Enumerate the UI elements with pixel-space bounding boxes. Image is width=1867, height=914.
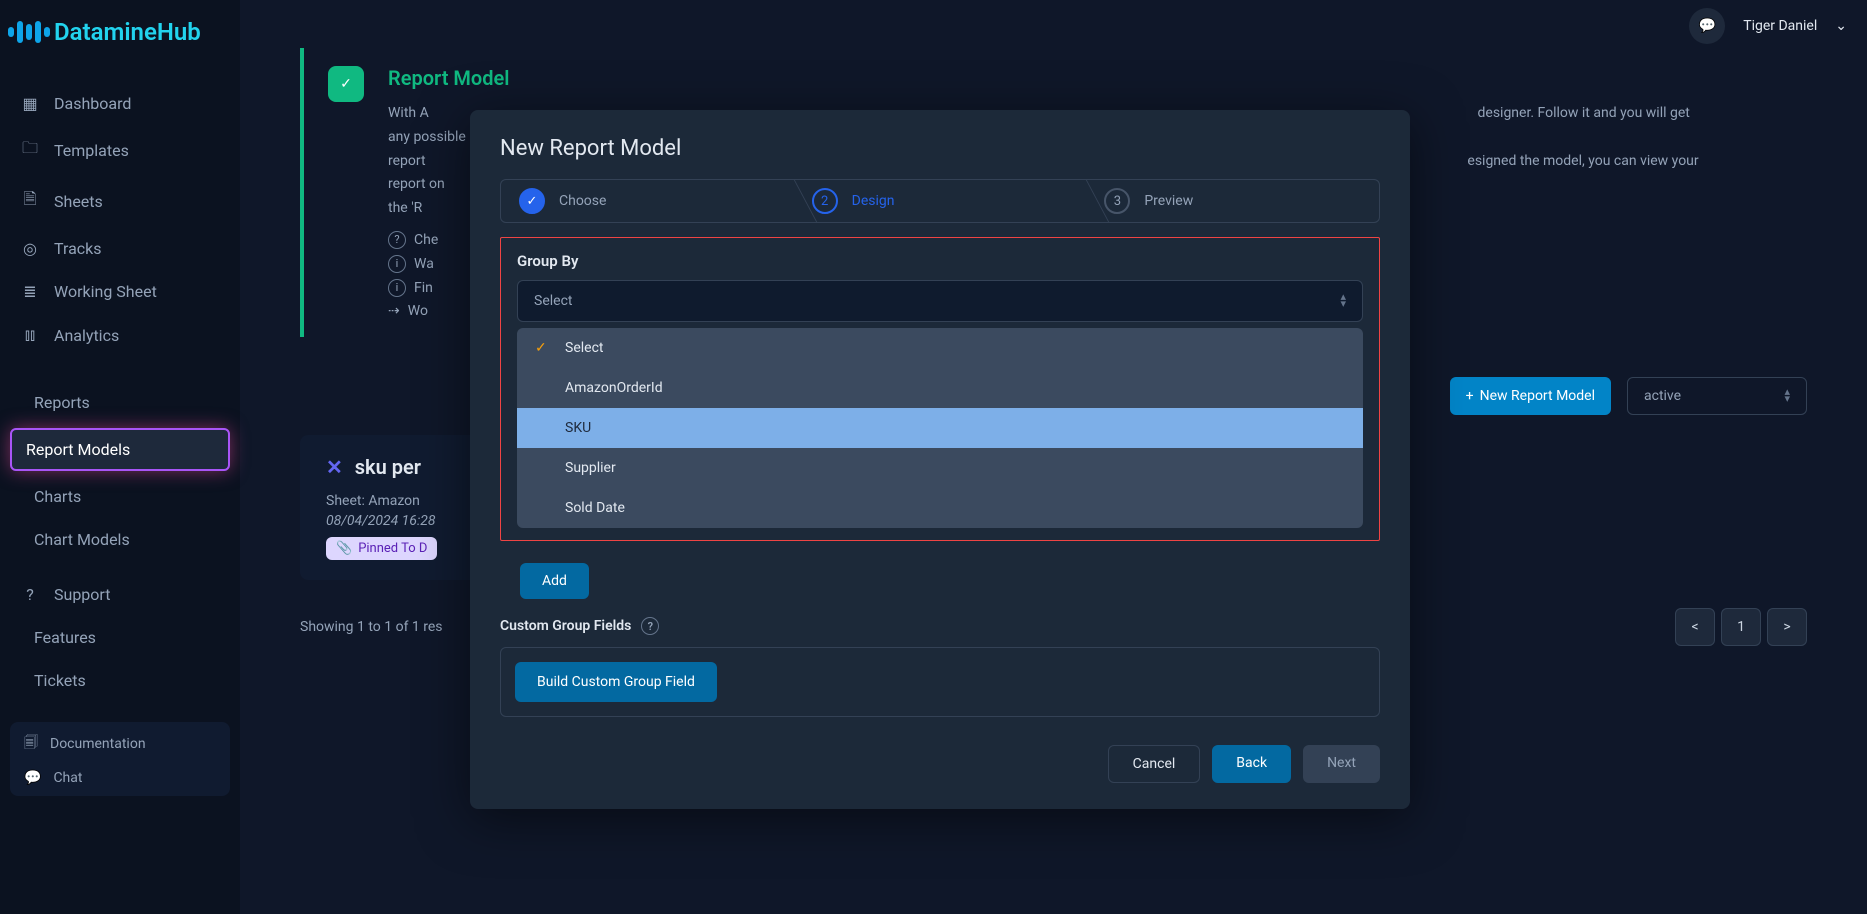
- pager: < 1 >: [1675, 608, 1807, 646]
- logo-bars-icon: [8, 21, 50, 43]
- status-filter-select[interactable]: active ▴▾: [1627, 377, 1807, 415]
- nav-reports[interactable]: Reports: [0, 381, 240, 424]
- nav-dashboard[interactable]: ▦Dashboard: [0, 82, 240, 125]
- option-sku[interactable]: SKU: [517, 408, 1363, 448]
- chat-link[interactable]: 💬Chat: [24, 770, 216, 786]
- check-icon: ?: [388, 231, 406, 249]
- option-amazonorderid[interactable]: AmazonOrderId: [517, 368, 1363, 408]
- step-preview[interactable]: 3 Preview: [1086, 180, 1379, 222]
- pager-prev[interactable]: <: [1675, 608, 1715, 646]
- nav-analytics[interactable]: ⫾⫾Analytics: [0, 313, 240, 357]
- file-icon: 🗎: [20, 188, 40, 215]
- option-supplier[interactable]: Supplier: [517, 448, 1363, 488]
- group-by-section: Group By Select ▴▾ ✓ Select AmazonOrderI…: [500, 237, 1380, 541]
- plus-icon: +: [1466, 388, 1474, 404]
- brand-name: DatamineHub: [54, 18, 201, 46]
- grid-icon: ▦: [20, 94, 40, 113]
- new-report-modal: New Report Model ✓ Choose 2 Design 3 Pre…: [470, 110, 1410, 809]
- nav-charts[interactable]: Charts: [0, 475, 240, 518]
- updown-icon: ▴▾: [1340, 294, 1346, 307]
- nav-templates[interactable]: 🗀Templates: [0, 125, 240, 176]
- next-button[interactable]: Next: [1303, 745, 1380, 783]
- modal-title: New Report Model: [500, 136, 1380, 161]
- group-by-select[interactable]: Select ▴▾: [517, 280, 1363, 322]
- list-icon: ≣: [20, 282, 40, 301]
- chart-icon: ⫾⫾: [20, 325, 40, 345]
- stepper: ✓ Choose 2 Design 3 Preview: [500, 179, 1380, 223]
- step-design[interactable]: 2 Design: [794, 180, 1087, 222]
- info-icon: i: [388, 255, 406, 273]
- brand-logo: DatamineHub: [0, 18, 240, 70]
- support-box: 🗐Documentation 💬Chat: [10, 722, 230, 796]
- check-badge-icon: ✓: [328, 66, 364, 102]
- nav-analytics-sub: Reports Report Models Charts Chart Model…: [0, 369, 240, 573]
- help-icon: ?: [20, 585, 40, 604]
- info-icon: i: [388, 279, 406, 297]
- step-number: 3: [1104, 188, 1130, 214]
- cancel-button[interactable]: Cancel: [1108, 745, 1201, 783]
- add-button[interactable]: Add: [520, 563, 589, 599]
- pinned-badge: 📎 Pinned To D: [326, 537, 437, 560]
- target-icon: ◎: [20, 239, 40, 258]
- nav-primary: ▦Dashboard 🗀Templates 🗎Sheets ◎Tracks ≣W…: [0, 70, 240, 369]
- nav-tickets[interactable]: Tickets: [0, 659, 240, 702]
- build-custom-group-button[interactable]: Build Custom Group Field: [515, 662, 717, 702]
- doc-icon: 🗐: [24, 732, 38, 756]
- updown-icon: ▴▾: [1784, 389, 1790, 402]
- step-number: 2: [812, 188, 838, 214]
- info-title: Report Model: [388, 66, 1708, 90]
- nav-report-models[interactable]: Report Models: [10, 428, 230, 471]
- custom-group-box: Build Custom Group Field: [500, 647, 1380, 717]
- new-report-model-button[interactable]: + New Report Model: [1450, 377, 1611, 415]
- nav-features[interactable]: Features: [0, 616, 240, 659]
- nav-sheets[interactable]: 🗎Sheets: [0, 176, 240, 227]
- pager-current[interactable]: 1: [1721, 608, 1761, 646]
- showing-text: Showing 1 to 1 of 1 res: [300, 619, 443, 635]
- step-choose[interactable]: ✓ Choose: [501, 180, 794, 222]
- nav-chart-models[interactable]: Chart Models: [0, 518, 240, 561]
- pin-icon: 📎: [336, 541, 352, 556]
- step-check-icon: ✓: [519, 188, 545, 214]
- group-by-dropdown: ✓ Select AmazonOrderId SKU Supplier Sold…: [517, 328, 1363, 528]
- group-by-label: Group By: [517, 252, 1363, 270]
- pager-next[interactable]: >: [1767, 608, 1807, 646]
- wand-icon: ✕: [326, 455, 343, 479]
- sidebar: DatamineHub ▦Dashboard 🗀Templates 🗎Sheet…: [0, 0, 240, 914]
- check-icon: ✓: [535, 340, 553, 356]
- help-icon[interactable]: ?: [641, 617, 659, 635]
- option-select[interactable]: ✓ Select: [517, 328, 1363, 368]
- doc-link[interactable]: 🗐Documentation: [24, 732, 216, 756]
- folder-icon: 🗀: [20, 137, 40, 164]
- nav-tracks[interactable]: ◎Tracks: [0, 227, 240, 270]
- nav-working-sheet[interactable]: ≣Working Sheet: [0, 270, 240, 313]
- custom-group-label: Custom Group Fields ?: [500, 617, 1380, 635]
- option-sold-date[interactable]: Sold Date: [517, 488, 1363, 528]
- back-button[interactable]: Back: [1212, 745, 1291, 783]
- share-icon: ⇢: [388, 303, 400, 319]
- nav-support[interactable]: ?Support: [0, 573, 240, 616]
- modal-footer: Cancel Back Next: [500, 745, 1380, 783]
- chat-icon: 💬: [24, 770, 41, 786]
- add-wrapper: Add: [500, 553, 1380, 599]
